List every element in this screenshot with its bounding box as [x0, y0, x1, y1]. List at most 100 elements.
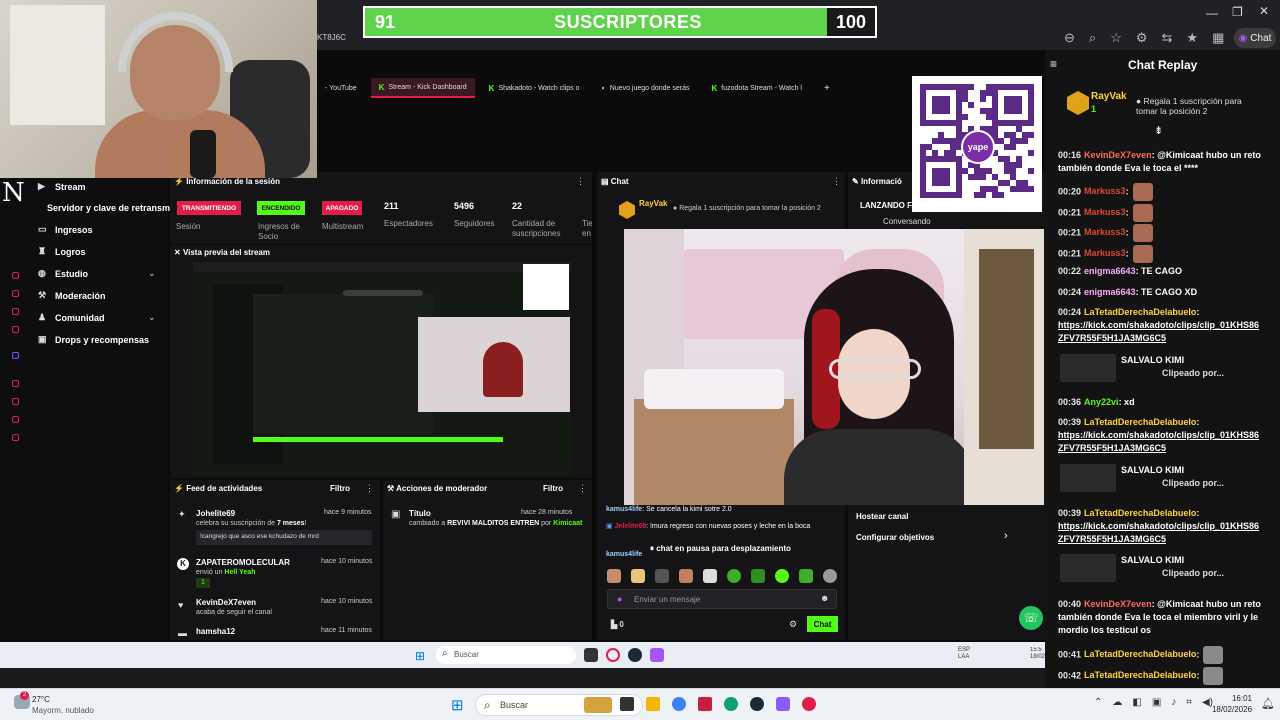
- emote-icon[interactable]: [703, 569, 717, 583]
- sidebar-item-stream[interactable]: ▶ Stream: [38, 181, 86, 192]
- emote-icon[interactable]: [727, 569, 741, 583]
- sidebar-item-comunidad[interactable]: ♟ Comunidad: [38, 312, 105, 323]
- emote-icon[interactable]: [751, 569, 765, 583]
- configure-goals-button[interactable]: Configurar objetivos: [856, 533, 934, 542]
- app-tray-icon[interactable]: ▣: [1152, 697, 1161, 708]
- extension-icon[interactable]: ⚙: [1136, 30, 1148, 46]
- sidebar-item-logros[interactable]: ♜ Logros: [38, 246, 86, 257]
- host-channel-button[interactable]: Hostear canal: [856, 512, 908, 521]
- nav-dot-icon[interactable]: [12, 416, 19, 423]
- minimize-icon[interactable]: —: [1206, 6, 1218, 20]
- notifications-icon[interactable]: 🔔︎: [1261, 697, 1275, 710]
- favorites-icon[interactable]: ★: [1186, 30, 1198, 46]
- app-icon[interactable]: [776, 697, 790, 711]
- chevron-right-icon[interactable]: ›: [1004, 530, 1008, 542]
- clock-date[interactable]: 18/02/2026: [1200, 705, 1252, 714]
- inner-tab[interactable]: K Shakadoto - Watch clips o: [481, 78, 588, 98]
- nav-dot-icon[interactable]: [12, 434, 19, 441]
- maximize-icon[interactable]: ❐: [1232, 5, 1243, 19]
- weather-desc[interactable]: Mayorm. nublado: [32, 706, 94, 715]
- twitch-icon[interactable]: [12, 352, 19, 359]
- mic-icon[interactable]: ♪: [1171, 697, 1176, 708]
- chat-send-button[interactable]: Chat: [807, 616, 838, 632]
- copilot-icon[interactable]: [672, 697, 686, 711]
- clip-link[interactable]: https://kick.com/shakadoto/clips/clip_01…: [1058, 320, 1259, 343]
- nav-dot-icon[interactable]: [12, 380, 19, 387]
- menu-icon[interactable]: ≡: [1050, 57, 1057, 71]
- collections-icon[interactable]: ▦: [1212, 30, 1224, 46]
- emote-icon[interactable]: [607, 569, 621, 583]
- sync-icon[interactable]: ⇆: [1162, 30, 1173, 46]
- task-view-icon[interactable]: [620, 697, 634, 711]
- new-tab-icon[interactable]: +: [816, 78, 838, 98]
- more-icon[interactable]: ⋮: [832, 176, 841, 187]
- inner-clock[interactable]: 15:518/02/2: [1030, 647, 1045, 661]
- inner-tab[interactable]: - YouTube: [317, 78, 365, 98]
- emoji-icon[interactable]: ☻: [820, 593, 829, 603]
- weather-temp[interactable]: 27°C: [32, 695, 50, 704]
- activity-user[interactable]: hamsha12: [196, 627, 235, 636]
- close-icon[interactable]: ✕: [1259, 4, 1269, 18]
- more-icon[interactable]: ⋮: [578, 483, 587, 494]
- copilot-chat-button[interactable]: ◉ Chat: [1234, 28, 1276, 48]
- settings-icon[interactable]: ⚙: [789, 619, 797, 630]
- clip-link[interactable]: https://kick.com/shakadoto/clips/clip_01…: [1058, 430, 1259, 453]
- sidebar-item-moderacion[interactable]: ⚒ Moderación: [38, 290, 106, 301]
- clip-link[interactable]: https://kick.com/shakadoto/clips/clip_01…: [1058, 521, 1259, 544]
- taskbar-search[interactable]: ⌕ Buscar: [475, 694, 643, 716]
- windows-icon[interactable]: ⊞: [415, 649, 425, 663]
- nav-dot-icon[interactable]: [12, 272, 19, 279]
- activity-user[interactable]: KevinDeX7even: [196, 598, 256, 607]
- inner-lang[interactable]: ESP LAA: [958, 647, 972, 661]
- file-explorer-icon[interactable]: [646, 697, 660, 711]
- nav-dot-icon[interactable]: [12, 290, 19, 297]
- chevron-down-icon[interactable]: ⌄: [148, 312, 156, 323]
- activity-user[interactable]: ZAPATEROMOLECULAR: [196, 558, 290, 567]
- emote-icon[interactable]: [799, 569, 813, 583]
- app-icon[interactable]: [650, 648, 664, 662]
- more-icon[interactable]: ⋮: [365, 483, 374, 494]
- windows-start-icon[interactable]: ⊞: [451, 696, 464, 714]
- clip-card[interactable]: SALVALO KIMI Clipeado por...: [1058, 352, 1264, 384]
- activity-user[interactable]: Johelite69: [196, 509, 235, 518]
- mod-actions-filter-button[interactable]: Filtro: [543, 484, 563, 493]
- app-icon[interactable]: [698, 697, 712, 711]
- emote-icon[interactable]: [823, 569, 837, 583]
- nav-dot-icon[interactable]: [12, 326, 19, 333]
- emote-icon[interactable]: [679, 569, 693, 583]
- onedrive-icon[interactable]: ☁: [1112, 697, 1122, 708]
- more-icon[interactable]: ⋮: [576, 176, 585, 187]
- support-icon[interactable]: ☏: [1019, 606, 1043, 630]
- steam-icon[interactable]: [628, 648, 642, 662]
- app-icon[interactable]: [584, 648, 598, 662]
- clip-card[interactable]: SALVALO KIMI Clipeado por...: [1058, 462, 1264, 494]
- emote-icon[interactable]: [775, 569, 789, 583]
- sidebar-item-server[interactable]: Servidor y clave de retransm: [47, 203, 170, 213]
- chat-top-user[interactable]: RayVak: [639, 199, 667, 208]
- search-icon[interactable]: ⌕: [1089, 30, 1096, 46]
- star-icon[interactable]: ☆: [1110, 30, 1122, 46]
- nav-dot-icon[interactable]: [12, 308, 19, 315]
- network-icon[interactable]: ⌗: [1186, 697, 1192, 708]
- mic-icon[interactable]: ●: [617, 594, 622, 604]
- emote-icon[interactable]: [631, 569, 645, 583]
- chat-input[interactable]: ● Enviar un mensaje ☻: [607, 589, 837, 609]
- clip-card[interactable]: SALVALO KIMI Clipeado por...: [1058, 552, 1264, 584]
- inner-tab[interactable]: ◐ Nuevo juego donde serás: [594, 78, 698, 98]
- sidebar-item-estudio[interactable]: ◍ Estudio: [38, 268, 88, 279]
- chevron-down-icon[interactable]: ⌄: [148, 268, 156, 279]
- scroll-down-icon[interactable]: ⇟: [1154, 124, 1163, 137]
- clock-time[interactable]: 16:01: [1222, 694, 1252, 703]
- steam-icon[interactable]: [750, 697, 764, 711]
- inner-search-box[interactable]: ⌕ Buscar: [436, 646, 576, 664]
- zoom-icon[interactable]: ⊖: [1064, 30, 1075, 46]
- sidebar-item-ingresos[interactable]: ▭ Ingresos: [38, 224, 93, 235]
- opera-icon[interactable]: [606, 648, 620, 662]
- inner-tab-active[interactable]: K Stream - Kick Dashboard: [370, 78, 475, 98]
- chat-paused-banner[interactable]: ⏸ chat en pausa para desplazamiento: [650, 544, 791, 554]
- chevron-up-icon[interactable]: ⌃: [1094, 697, 1102, 708]
- edge-icon[interactable]: [724, 697, 738, 711]
- nav-dot-icon[interactable]: [12, 398, 19, 405]
- inner-tab[interactable]: Kfuzodota Stream - Watch l: [704, 78, 810, 98]
- app-icon[interactable]: [802, 697, 816, 711]
